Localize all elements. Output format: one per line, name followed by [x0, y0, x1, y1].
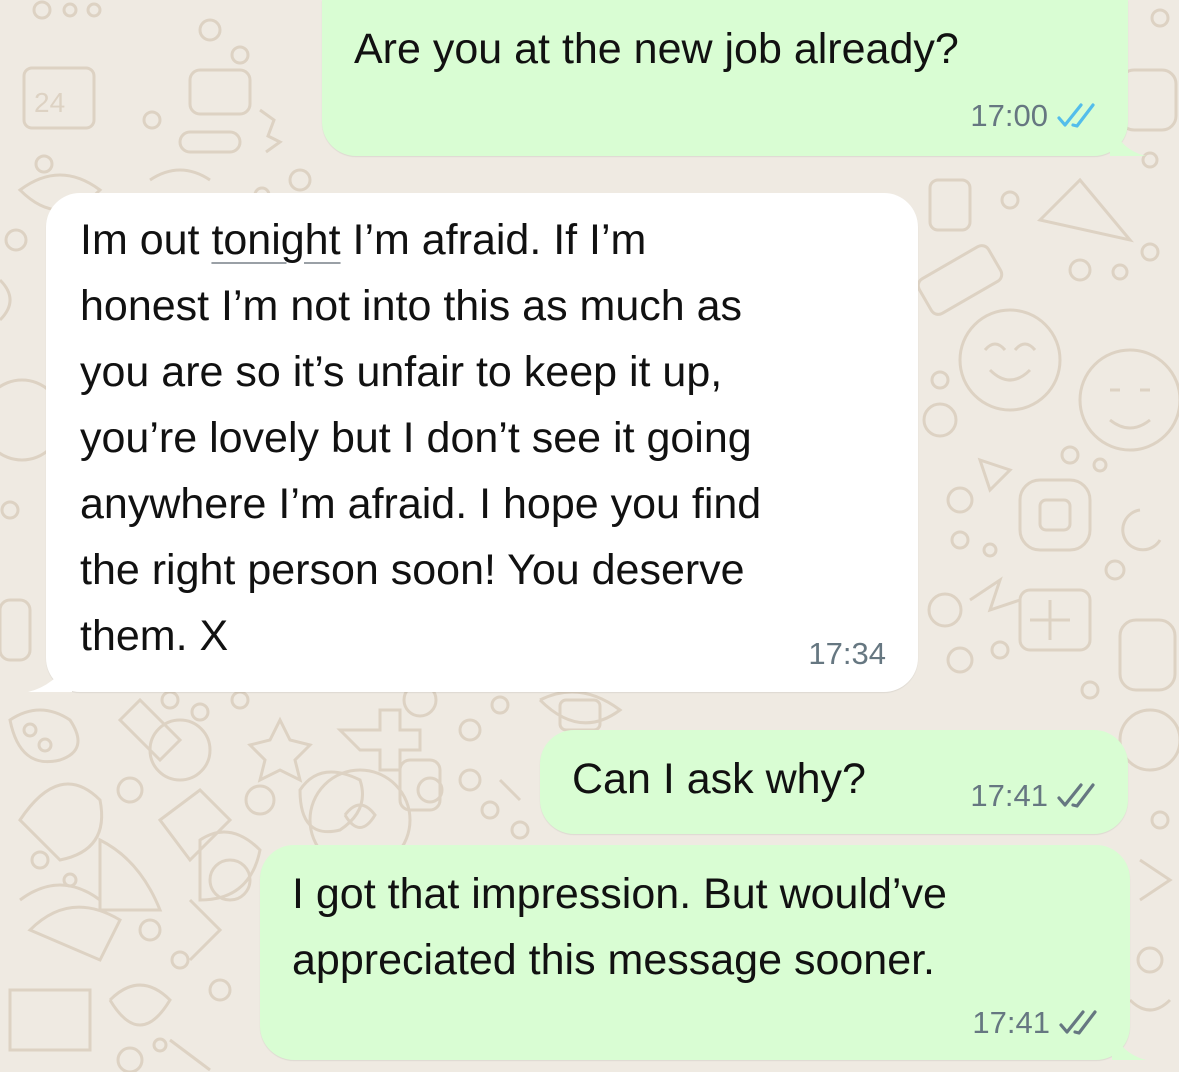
bubble-tail-incoming [28, 658, 72, 692]
message-text: Are you at the new job already? [354, 25, 959, 73]
message-bubble-outgoing[interactable]: Are you at the new job already? 17:00 [322, 0, 1128, 156]
message-meta: 17:41 [972, 1005, 1104, 1041]
double-check-delivered-icon [1058, 1008, 1104, 1038]
message-text: Im out tonight I’m afraid. If I’m honest… [80, 207, 761, 669]
message-text-rest: I’m afraid. If I’m honest I’m not into t… [80, 216, 762, 660]
double-check-read-icon [1056, 101, 1102, 131]
message-bubble-incoming[interactable]: Im out tonight I’m afraid. If I’m honest… [46, 193, 918, 692]
message-timestamp: 17:41 [970, 778, 1048, 813]
message-timestamp: 17:41 [972, 1005, 1050, 1040]
bubble-tail-outgoing [1112, 1030, 1146, 1060]
underlined-word-link[interactable]: tonight [211, 216, 340, 264]
message-meta: 17:41 [970, 778, 1102, 814]
calendar-doodle-icon: 24 [22, 66, 96, 130]
message-text: Can I ask why? [572, 755, 866, 803]
message-text: I got that impression. But would’ve appr… [292, 870, 947, 984]
bubble-tail-outgoing [1110, 122, 1146, 156]
message-meta: 17:00 [970, 98, 1102, 134]
message-meta: 17:34 [808, 636, 886, 672]
double-check-delivered-icon [1056, 781, 1102, 811]
message-timestamp: 17:34 [808, 636, 886, 671]
message-text-start: Im out [80, 216, 212, 264]
svg-text:24: 24 [34, 87, 65, 118]
message-bubble-outgoing[interactable]: Can I ask why? 17:41 [540, 730, 1128, 834]
message-bubble-outgoing[interactable]: I got that impression. But would’ve appr… [260, 845, 1130, 1060]
message-timestamp: 17:00 [970, 98, 1048, 133]
